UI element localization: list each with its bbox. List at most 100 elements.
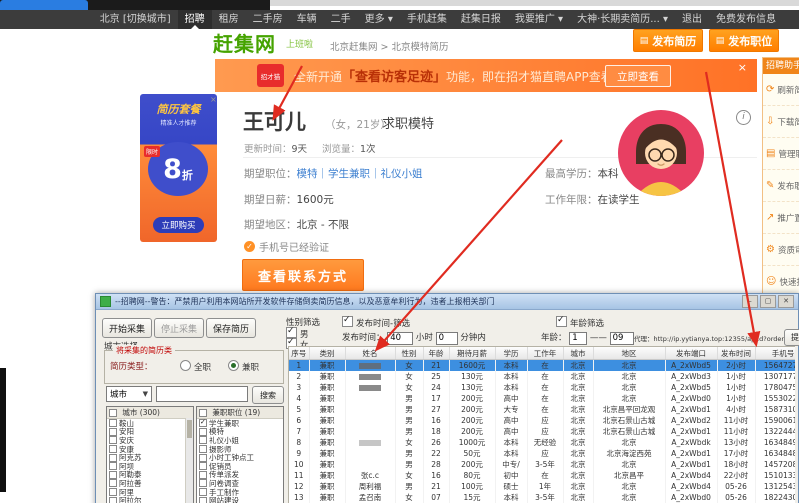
table-row[interactable]: 9兼职 男2250元本科应北京北京海淀西苑A_2xWbd117小时16348488 [289, 448, 795, 459]
nav-item[interactable]: 手机赶集 [400, 10, 454, 29]
item-checkbox[interactable] [199, 462, 207, 471]
table-row[interactable]: 2兼职女25130元本科在北京北京A_2xWbd31小时13071775 [289, 371, 795, 382]
table-row[interactable]: 13 兼职 孟召南女 07 15元 本科 3-5年 北京 北京 A_2xWbd0 05-26 1822… [289, 492, 795, 503]
list-item[interactable]: 网站建设 [197, 496, 283, 503]
item-checkbox[interactable] [109, 488, 117, 497]
column-header[interactable]: 类别 [309, 347, 346, 360]
post-resume-button[interactable]: ▤ 发布简历 [633, 29, 703, 52]
resume-package-ad[interactable]: 简历套餐 精准人才推荐 8 折 限时 立即购买 [140, 94, 217, 242]
nav-item[interactable]: 二手房 [246, 10, 290, 29]
item-checkbox[interactable] [199, 488, 207, 497]
nav-item[interactable]: 赶集日报 [454, 10, 508, 29]
helper-item[interactable]: ⚙资质审核 [763, 234, 799, 266]
item-checkbox[interactable] [199, 453, 207, 462]
table-row[interactable]: 10 兼职男 28 200元 中专/3-5年 北京 北京 A_2xWbd1 18小时 145720… [289, 459, 795, 470]
list-item[interactable]: 阿拉尔 [107, 496, 193, 503]
column-header[interactable]: 年龄 [423, 347, 450, 360]
column-header[interactable]: 发布端口 [665, 347, 718, 360]
keyword-input[interactable] [156, 386, 248, 402]
scrollbar-thumb[interactable] [187, 420, 192, 438]
age-max-input[interactable] [609, 331, 634, 345]
post-job-button[interactable]: ▤ 发布职位 [709, 29, 779, 52]
item-checkbox[interactable] [109, 453, 117, 462]
time-filter-toggle[interactable]: 发布时间-筛选 [342, 315, 410, 329]
city-combobox[interactable]: 城市 ▼ [106, 386, 152, 402]
breadcrumb[interactable]: 北京赶集网 > 北京模特简历 [330, 39, 449, 53]
nav-item[interactable]: 我要推广 ▾ [508, 10, 570, 29]
select-all-checkbox[interactable] [199, 408, 207, 417]
column-header[interactable]: 工作年 [527, 347, 564, 360]
helper-item[interactable]: ▤管理职位 [763, 138, 799, 170]
column-header[interactable]: 手机号 [755, 347, 795, 360]
table-row[interactable]: 4兼职男17200元高中在北京北京A_2xWbd01小时15530224 [289, 393, 795, 404]
item-checkbox[interactable] [199, 445, 207, 454]
select-all-checkbox[interactable] [109, 408, 117, 417]
nav-item[interactable]: 租房 [212, 10, 246, 29]
column-header[interactable]: 地区 [593, 347, 666, 360]
proxy-fetch-button[interactable]: 提取 [784, 329, 799, 346]
item-checkbox[interactable] [199, 470, 207, 479]
minimize-button[interactable]: – [742, 295, 758, 308]
nav-item[interactable]: 二手 [324, 10, 358, 29]
item-checkbox[interactable] [199, 436, 207, 445]
table-row[interactable]: 3兼职女24130元本科在北京北京A_2xWbd51小时17804751 [289, 382, 795, 393]
city-listbox[interactable]: 城市 (300) 鞍山安阳安庆安康阿克苏阿坝阿勒泰阿拉善阿里阿拉尔澳门 [106, 406, 194, 503]
column-header[interactable]: 性别 [395, 347, 424, 360]
parttime-radio[interactable] [228, 360, 239, 371]
start-collect-button[interactable]: 开始采集 [102, 318, 152, 338]
column-header[interactable]: 城市 [563, 347, 594, 360]
column-header[interactable]: 序号 [289, 347, 310, 360]
table-row[interactable]: 6 兼职 男 16 200元 高中应北京 北京石景山古城 A_2xWbd2 11小时 159006… [289, 415, 795, 426]
parttime-radio-option[interactable]: 兼职 [228, 360, 259, 373]
age-min-input[interactable] [569, 331, 588, 345]
time-filter-checkbox[interactable] [342, 315, 353, 327]
banner-view-button[interactable]: 立即查看 [605, 65, 671, 87]
table-row[interactable]: 5兼职 男27200元大专在北京北京昌平回龙观A_2xWbd14小时1587310… [289, 404, 795, 415]
info-icon[interactable]: i [736, 110, 751, 125]
item-checkbox[interactable] [109, 445, 117, 454]
item-checkbox[interactable] [109, 436, 117, 445]
maximize-button[interactable]: ▢ [760, 295, 776, 308]
nav-item[interactable]: 车辆 [290, 10, 324, 29]
nav-item[interactable]: 退出 [675, 10, 709, 29]
nav-item[interactable]: 免费发布信息 [709, 10, 783, 29]
window-titlebar[interactable]: --招聘网--警告：严禁用户利用本网站所开发软件存储倒卖简历信息，以及恶意牟利行… [96, 294, 798, 310]
ganji-logo[interactable]: 赶集网 [213, 28, 276, 57]
item-checkbox[interactable] [109, 496, 117, 503]
field-value[interactable]: 模特｜学生兼职｜礼仪小姐 [297, 168, 423, 180]
item-checkbox[interactable] [109, 427, 117, 436]
close-button[interactable]: ✕ [778, 295, 794, 308]
fulltime-radio[interactable] [180, 360, 191, 371]
table-row[interactable]: 7 兼职 男 18 200元 高中应北京 北京石景山古城 A_2xWbd1 11小时 132244… [289, 426, 795, 437]
nav-item[interactable]: 招聘 [177, 10, 212, 29]
column-header[interactable]: 学历 [495, 347, 528, 360]
item-checkbox[interactable] [199, 427, 207, 436]
hours-input[interactable] [387, 331, 414, 345]
job-listbox[interactable]: 兼职职位 (19) 学生兼职模特礼仪小姐摄影师小时工钟点工促销员传单派发问卷调查… [196, 406, 284, 503]
browser-tab[interactable] [0, 0, 88, 10]
item-checkbox[interactable] [199, 496, 207, 503]
helper-item[interactable]: ↗推广置顶 [763, 202, 799, 234]
helper-item[interactable]: ✎发布职位 [763, 170, 799, 202]
column-header[interactable]: 期待月薪 [449, 347, 496, 360]
scrollbar[interactable] [185, 418, 193, 503]
ad-close-icon[interactable]: × [210, 95, 217, 104]
fulltime-radio-option[interactable]: 全职 [180, 360, 211, 373]
nav-item[interactable]: 大神·长期卖简历... ▾ [570, 10, 675, 29]
item-checkbox[interactable] [109, 462, 117, 471]
ad-buy-button[interactable]: 立即购买 [153, 217, 204, 233]
column-header[interactable]: 发布时间 [717, 347, 756, 360]
search-button[interactable]: 搜索 [252, 386, 284, 404]
table-row[interactable]: 11 兼职 张c.c 女 16 80元 初中在北京 北京昌平 A_2xWbd4 22小时 15101… [289, 470, 795, 481]
minutes-input[interactable] [435, 331, 458, 345]
item-checkbox[interactable] [199, 418, 207, 428]
banner-close-icon[interactable]: × [738, 61, 747, 74]
save-resume-button[interactable]: 保存简历 [206, 318, 256, 338]
view-contact-button[interactable]: 查看联系方式 [242, 259, 364, 291]
item-checkbox[interactable] [199, 479, 207, 488]
helper-item[interactable]: ⇩下载简历 [763, 106, 799, 138]
age-filter-toggle[interactable]: 年龄筛选 [556, 315, 604, 329]
helper-item[interactable]: ⟳刷新简历 [763, 74, 799, 106]
table-row[interactable]: 8兼职女261000元本科无经验北京北京A_2xWbdk13小时16348495 [289, 437, 795, 448]
table-row[interactable]: 12 兼职 周利福男 21 100元 硕士 1年 北京 北京 A_2xWbd4 05-26 13125… [289, 481, 795, 492]
